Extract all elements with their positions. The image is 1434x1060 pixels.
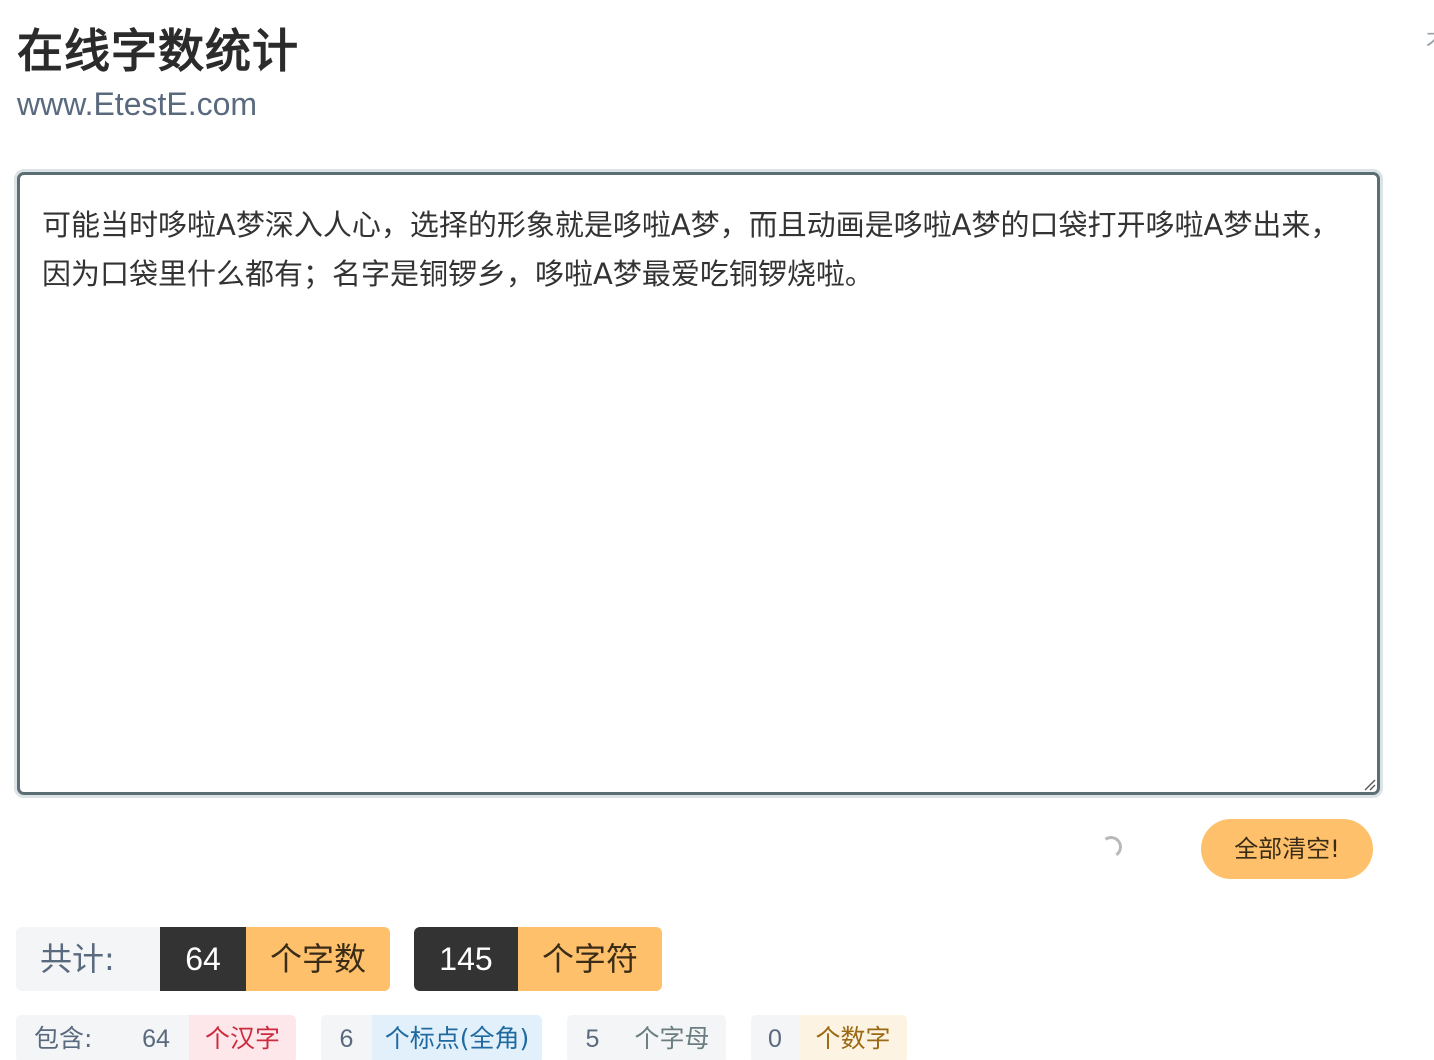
editor-focus-ring: 可能当时哆啦A梦深入人心，选择的形象就是哆啦A梦，而且动画是哆啦A梦的口袋打开哆… xyxy=(14,169,1383,798)
punct-count-unit: 个标点(全角) xyxy=(372,1015,542,1060)
punct-count-value: 6 xyxy=(321,1015,372,1060)
resize-handle-icon[interactable] xyxy=(1362,777,1376,791)
hanzi-count-unit: 个汉字 xyxy=(189,1015,296,1060)
char-count-unit: 个字符 xyxy=(518,927,662,991)
digit-count-unit: 个数字 xyxy=(799,1015,907,1060)
totals-summary: 共计: 64 个字数 145 个字符 xyxy=(16,927,662,991)
page: 在线字数统计 www.EtestE.com 才 可能当时哆啦A梦深入人心，选择的… xyxy=(0,0,1434,1060)
totals-label: 共计: xyxy=(16,927,160,991)
hanzi-count-value: 64 xyxy=(123,1015,189,1060)
char-count-value: 145 xyxy=(414,927,518,991)
digit-count-value: 0 xyxy=(751,1015,799,1060)
letter-count-unit: 个字母 xyxy=(618,1015,726,1060)
word-count-unit: 个字数 xyxy=(246,927,390,991)
contains-label: 包含: xyxy=(16,1015,123,1060)
page-title: 在线字数统计 xyxy=(17,24,299,78)
word-count-value: 64 xyxy=(160,927,246,991)
letter-count-value: 5 xyxy=(567,1015,618,1060)
clear-all-button[interactable]: 全部清空! xyxy=(1201,819,1373,879)
corner-text: 才 xyxy=(1426,26,1434,56)
text-input-area[interactable]: 可能当时哆啦A梦深入人心，选择的形象就是哆啦A梦，而且动画是哆啦A梦的口袋打开哆… xyxy=(17,172,1380,795)
site-url: www.EtestE.com xyxy=(17,86,258,122)
loading-spinner-icon xyxy=(1098,834,1124,860)
contains-breakdown: 包含: 64 个汉字 6 个标点(全角) 5 个字母 0 个数字 xyxy=(16,1015,907,1060)
